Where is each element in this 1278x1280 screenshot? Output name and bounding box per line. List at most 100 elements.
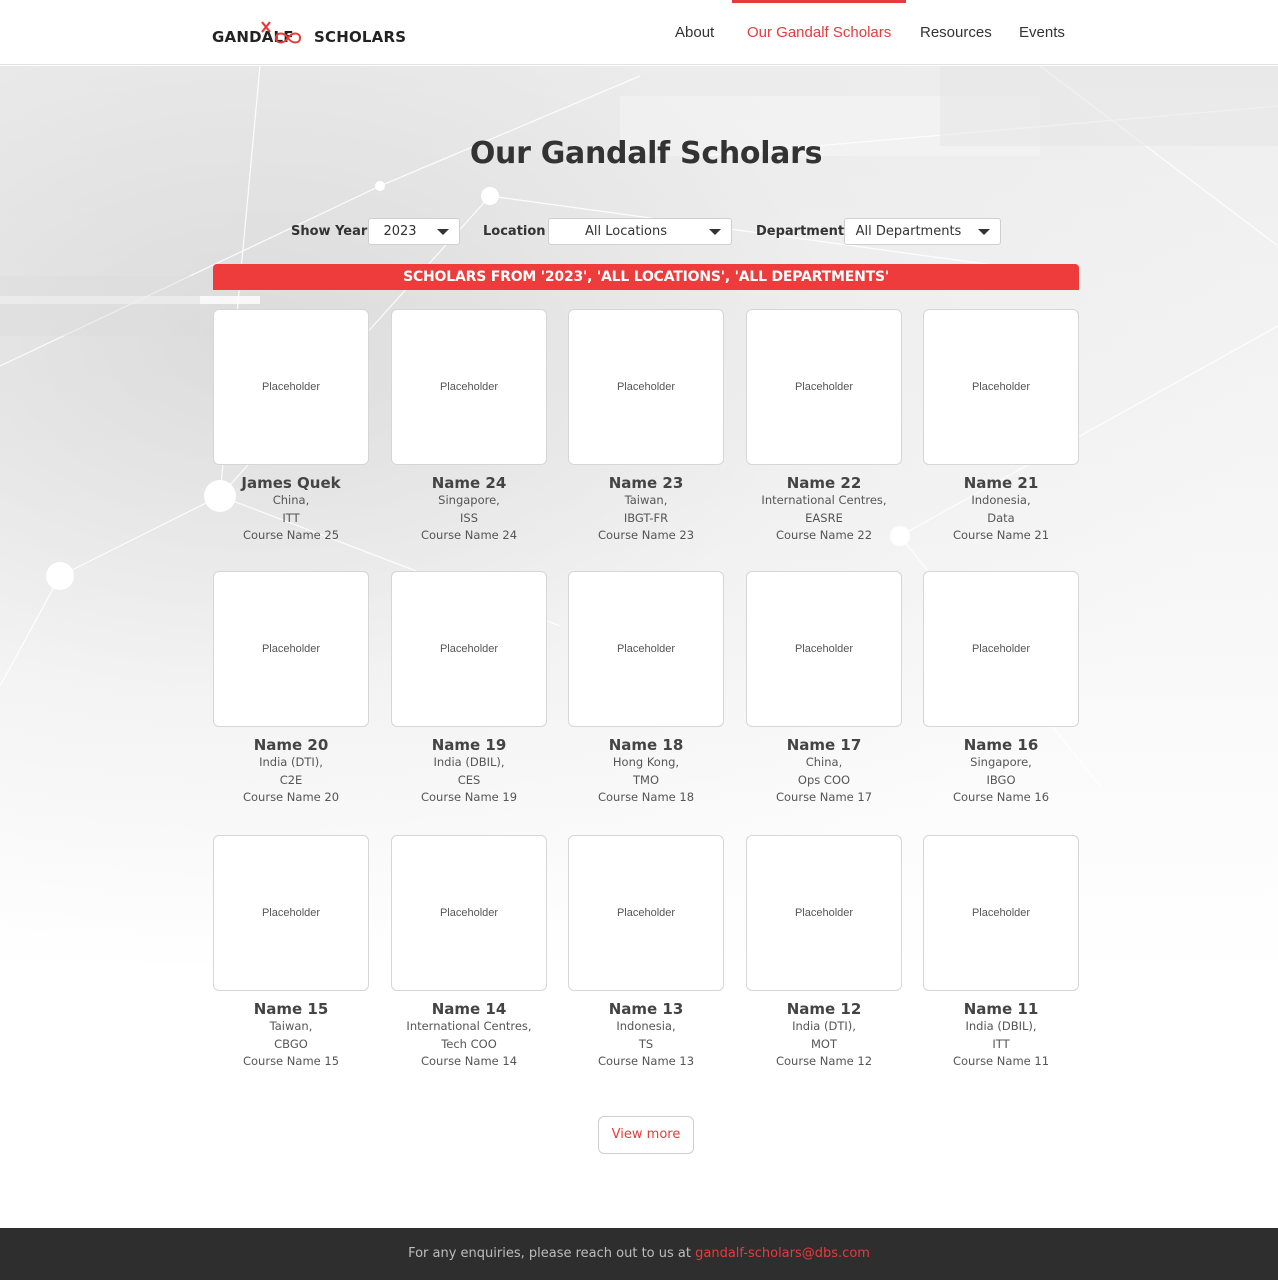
department-select-value: All Departments [855,224,962,239]
scholar-department: TMO [633,772,659,787]
scholar-location: India (DTI), [259,755,323,769]
scholar-name: Name 12 [786,1000,862,1018]
scholar-course: Course Name 21 [952,528,1050,542]
nav-our-gandalf-scholars[interactable]: Our Gandalf Scholars [731,0,907,65]
scholar-photo[interactable]: Placeholder [923,571,1079,727]
scholar-card[interactable]: Placeholder Name 14 International Centres,… [391,835,547,1071]
scholar-course: Course Name 15 [242,1054,340,1068]
scholar-location: China, [272,493,310,507]
scholar-card[interactable]: Placeholder Name 15 Taiwan, CBGO Course Name… [213,835,369,1071]
scholar-location: Taiwan, [269,1019,313,1033]
scholar-location: China, [805,755,843,769]
department-select[interactable]: All Departments [844,218,1001,245]
scholar-photo[interactable]: Placeholder [923,309,1079,465]
scholar-card[interactable]: Placeholder Name 23 Taiwan, IBGT-FR Course N… [568,309,724,545]
nav-about[interactable]: About [675,0,714,65]
scholar-department: C2E [279,772,303,787]
scholar-name: Name 15 [253,1000,329,1018]
scholar-name: Name 11 [963,1000,1039,1018]
department-caret-down-icon [978,229,990,235]
scholar-photo[interactable]: Placeholder [213,571,369,727]
nav-resources[interactable]: Resources [920,0,992,65]
scholar-name: Name 17 [786,736,862,754]
scholar-photo[interactable]: Placeholder [391,571,547,727]
scholar-name: Name 16 [963,736,1039,754]
scholar-card[interactable]: Placeholder Name 20 India (DTI), C2E Course … [213,571,369,807]
scholar-card[interactable]: Placeholder Name 21 Indonesia, Data Course N… [923,309,1079,545]
scholar-course: Course Name 25 [242,528,340,542]
logo-infinity-icon [261,21,302,44]
scholar-course: Course Name 16 [952,790,1050,804]
scholar-name: Name 18 [608,736,684,754]
page-title: Our Gandalf Scholars [469,136,823,171]
scholar-location: Indonesia, [616,1019,676,1033]
site-footer: For any enquiries, please reach out to u… [0,1228,1278,1280]
scholar-card[interactable]: Placeholder Name 18 Hong Kong, TMO Course Na… [568,571,724,807]
scholar-department: Ops COO [797,772,851,787]
scholar-course: Course Name 24 [420,528,518,542]
scholar-course: Course Name 11 [952,1054,1050,1068]
scholar-photo[interactable]: Placeholder [568,835,724,991]
view-more-button[interactable]: View more [598,1116,694,1154]
scholar-photo[interactable]: Placeholder [391,835,547,991]
logo-text-right: SCHOLARS [314,28,407,46]
scholar-photo[interactable]: Placeholder [746,571,902,727]
scholar-photo[interactable]: Placeholder [213,835,369,991]
year-select-value: 2023 [383,224,417,239]
scholar-photo[interactable]: Placeholder [213,309,369,465]
scholar-location: International Centres, [406,1019,532,1033]
scholar-location: Singapore, [438,493,500,507]
scholar-department: CES [457,772,481,787]
scholar-department: ITT [282,510,300,525]
scholar-course: Course Name 23 [597,528,695,542]
footer-email-link[interactable]: gandalf-scholars@dbs.com [695,1246,870,1261]
scholar-photo[interactable]: Placeholder [923,835,1079,991]
scholar-photo[interactable]: Placeholder [568,571,724,727]
scholar-department: IBGO [986,772,1016,787]
scholar-photo[interactable]: Placeholder [746,309,902,465]
scholar-photo[interactable]: Placeholder [568,309,724,465]
scholar-location: Singapore, [970,755,1032,769]
scholar-photo[interactable]: Placeholder [746,835,902,991]
scholar-name: Name 22 [786,474,862,492]
scholar-department: CBGO [274,1036,308,1051]
site-logo[interactable]: GANDALF SCHOLARS [212,18,406,50]
scholar-card[interactable]: Placeholder Name 16 Singapore, IBGO Course N… [923,571,1079,807]
scholar-card[interactable]: Placeholder Name 12 India (DTI), MOT Course … [746,835,902,1071]
year-select[interactable]: 2023 [368,218,460,245]
scholar-department: ISS [460,510,478,525]
scholar-card[interactable]: Placeholder Name 19 India (DBIL), CES Course… [391,571,547,807]
scholar-location: India (DBIL), [433,755,505,769]
scholar-card[interactable]: Placeholder Name 17 China, Ops COO Course Na… [746,571,902,807]
scholar-card[interactable]: Placeholder Name 24 Singapore, ISS Course Na… [391,309,547,545]
department-label: Department [756,224,845,239]
scholar-course: Course Name 18 [597,790,695,804]
location-select[interactable]: All Locations [548,218,732,245]
scholar-card[interactable]: Placeholder Name 13 Indonesia, TS Course Nam… [568,835,724,1071]
scholar-location: Hong Kong, [612,755,680,769]
scholar-name: Name 20 [253,736,329,754]
scholar-course: Course Name 19 [420,790,518,804]
scholar-course: Course Name 14 [420,1054,518,1068]
location-select-value: All Locations [584,224,667,239]
location-caret-down-icon [709,229,721,235]
nav-events[interactable]: Events [1019,0,1065,65]
scholar-course: Course Name 17 [775,790,873,804]
site-header: GANDALF SCHOLARS About Our Gandalf Schol… [0,0,1278,65]
scholar-card[interactable]: Placeholder Name 22 International Centres,… [746,309,902,545]
scholar-name: James Quek [241,474,341,492]
scholar-card[interactable]: Placeholder Name 11 India (DBIL), ITT Course… [923,835,1079,1071]
results-banner: SCHOLARS FROM '2023', 'ALL LOCATIONS', '… [213,264,1079,290]
scholar-name: Name 21 [963,474,1039,492]
footer-text: For any enquiries, please reach out to u… [408,1246,691,1261]
scholar-location: Taiwan, [624,493,668,507]
scholar-card[interactable]: Placeholder James Quek China, ITT Course Nam… [213,309,369,545]
scholar-photo[interactable]: Placeholder [391,309,547,465]
scholar-name: Name 23 [608,474,684,492]
scholar-location: India (DBIL), [965,1019,1037,1033]
scholar-name: Name 24 [431,474,507,492]
scholar-department: ITT [992,1036,1010,1051]
scholar-department: Data [987,510,1015,525]
scholar-course: Course Name 12 [775,1054,873,1068]
scholar-name: Name 14 [431,1000,507,1018]
